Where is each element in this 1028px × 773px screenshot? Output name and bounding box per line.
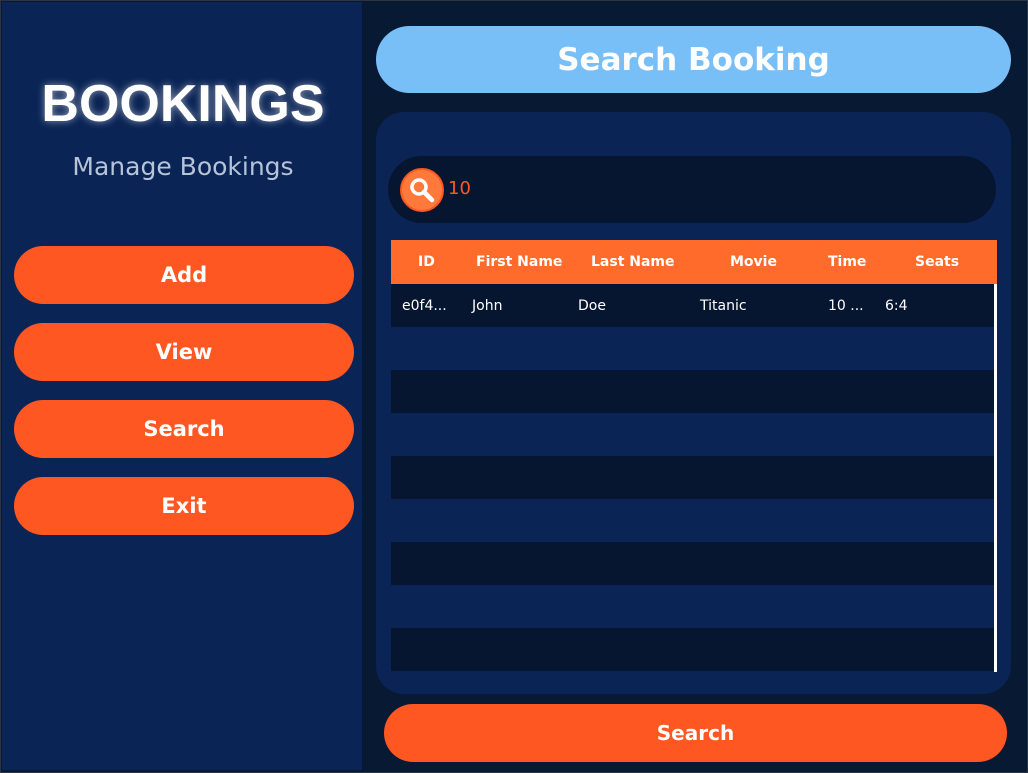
column-header-last-name[interactable]: Last Name <box>591 240 675 284</box>
app-title: BOOKINGS <box>41 75 325 133</box>
main-content: Search Booking 10 ID First Name Last Nam… <box>362 2 1027 770</box>
view-button[interactable]: View <box>14 323 354 381</box>
exit-button[interactable]: Exit <box>14 477 354 535</box>
table-row[interactable]: e0f4... John Doe Titanic 10 ... 6:4 <box>391 284 994 327</box>
bookings-table: ID First Name Last Name Movie Time Seats… <box>391 240 997 672</box>
sidebar: BOOKINGS Manage Bookings Add View Search… <box>2 2 362 770</box>
table-row-empty <box>391 456 994 499</box>
cell-time: 10 ... <box>828 297 864 314</box>
table-row-empty <box>391 370 994 413</box>
table-row-empty <box>391 327 994 370</box>
search-value[interactable]: 10 <box>448 178 471 199</box>
add-button[interactable]: Add <box>14 246 354 304</box>
table-body: e0f4... John Doe Titanic 10 ... 6:4 <box>391 284 994 672</box>
table-scrollbar[interactable] <box>994 284 997 672</box>
cell-id: e0f4... <box>402 297 447 314</box>
column-header-id[interactable]: ID <box>418 240 435 284</box>
app-window: BOOKINGS Manage Bookings Add View Search… <box>0 0 1028 773</box>
results-panel: 10 ID First Name Last Name Movie Time Se… <box>376 112 1011 694</box>
search-input[interactable]: 10 <box>388 156 996 223</box>
cell-movie: Titanic <box>700 297 747 314</box>
cell-first-name: John <box>472 297 503 314</box>
table-row-empty <box>391 628 994 671</box>
column-header-time[interactable]: Time <box>828 240 866 284</box>
table-header: ID First Name Last Name Movie Time Seats <box>391 240 997 284</box>
search-icon[interactable] <box>400 168 444 212</box>
table-row-empty <box>391 585 994 628</box>
cell-seats: 6:4 <box>885 297 908 314</box>
cell-last-name: Doe <box>578 297 606 314</box>
search-button[interactable]: Search <box>384 704 1007 762</box>
page-title: Search Booking <box>376 26 1011 93</box>
column-header-movie[interactable]: Movie <box>730 240 777 284</box>
column-header-seats[interactable]: Seats <box>915 240 959 284</box>
search-nav-button[interactable]: Search <box>14 400 354 458</box>
app-subtitle: Manage Bookings <box>72 152 294 181</box>
table-row-empty <box>391 499 994 542</box>
table-row-empty <box>391 542 994 585</box>
table-row-empty <box>391 413 994 456</box>
column-header-first-name[interactable]: First Name <box>476 240 562 284</box>
